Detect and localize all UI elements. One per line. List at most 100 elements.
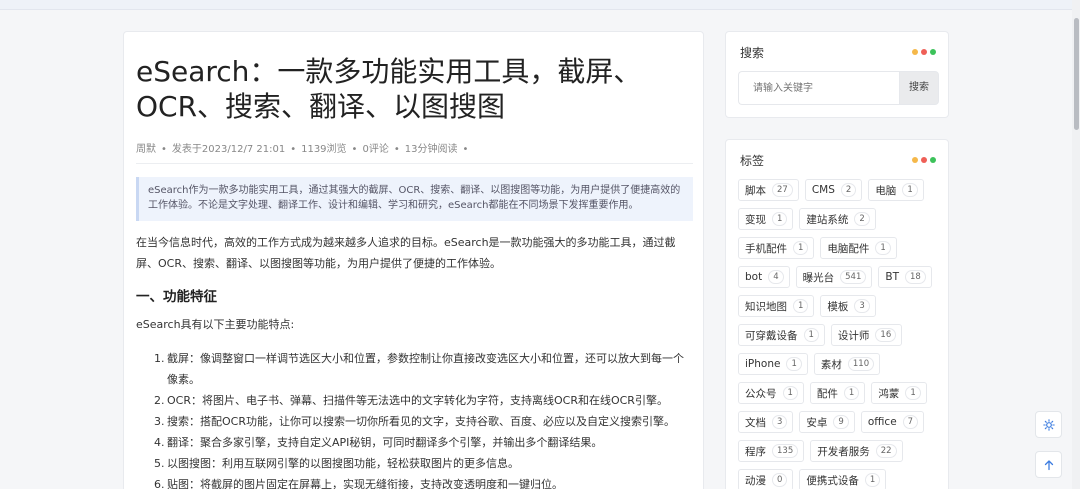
feature-text: 以图搜图：利用互联网引擎的以图搜图功能，轻松获取图片的更多信息。 (167, 457, 519, 470)
tag-name: 建站系统 (806, 213, 849, 226)
tag-name: BT (885, 271, 899, 283)
tag-link[interactable]: 素材 110 (813, 353, 881, 375)
tag-name: CMS (811, 184, 835, 196)
tag-link[interactable]: bot 4 (738, 266, 790, 288)
read-time: 13分钟阅读 (404, 144, 458, 155)
tag-link[interactable]: 开发者服务 22 (810, 440, 903, 462)
tag-name: 便携式设备 (806, 474, 859, 487)
page-scrollbar[interactable] (1072, 0, 1080, 489)
tag-link[interactable]: 电脑配件 1 (820, 237, 897, 259)
tag-link[interactable]: 鸿蒙 1 (871, 382, 927, 404)
tag-count-badge: 1 (905, 386, 921, 400)
tag-link[interactable]: 可穿戴设备 1 (738, 324, 825, 346)
tag-name: iPhone (745, 358, 781, 370)
feature-item: 1. 截屏：像调整窗口一样调节选区大小和位置，参数控制让你直接改变选区大小和位置，… (154, 348, 694, 390)
author-link[interactable]: 周默 (136, 144, 156, 155)
tag-row: 程序 135 开发者服务 22 (738, 440, 948, 462)
tag-link[interactable]: 建站系统 2 (799, 208, 876, 230)
feature-number: 3. (154, 415, 165, 428)
search-input[interactable] (738, 71, 900, 105)
tag-link[interactable]: 脚本 27 (738, 179, 799, 201)
tag-count-badge: 1 (793, 299, 809, 313)
tag-name: office (867, 416, 897, 428)
tag-link[interactable]: 手机配件 1 (738, 237, 815, 259)
yellow-dot-icon (912, 157, 918, 163)
tag-row: iPhone 1 素材 110 (738, 353, 948, 375)
scrollbar-thumb[interactable] (1074, 18, 1079, 130)
publish-date: 发表于2023/12/7 21:01 (171, 144, 286, 155)
tag-count-badge: 1 (864, 473, 881, 487)
tag-name: 鸿蒙 (878, 387, 900, 400)
feature-item: 4. 翻译：聚合多家引擎，支持自定义API秘钥，可同时翻译多个引擎，并输出多个翻译… (154, 432, 694, 453)
tag-count-badge: 27 (772, 183, 793, 197)
feature-item: 5. 以图搜图：利用互联网引擎的以图搜图功能，轻松获取图片的更多信息。 (154, 453, 694, 474)
back-to-top-button[interactable] (1035, 451, 1062, 478)
tag-link[interactable]: BT 18 (878, 266, 932, 288)
feature-text: 贴图：将截屏的图片固定在屏幕上，实现无缝衔接，支持改变透明度和一键归位。 (167, 478, 563, 489)
tag-link[interactable]: iPhone 1 (738, 353, 808, 375)
tag-name: 电脑 (875, 184, 897, 197)
feature-number: 4. (154, 436, 165, 449)
panel-dots (912, 157, 936, 163)
comment-count[interactable]: 0评论 (362, 144, 388, 155)
meta-separator: • (462, 144, 469, 155)
tag-name: 脚本 (745, 184, 766, 197)
tag-count-badge: 135 (772, 444, 799, 458)
tag-link[interactable]: 动漫 0 (738, 469, 794, 489)
tag-link[interactable]: 便携式设备 1 (799, 469, 887, 489)
tag-link[interactable]: 曝光台 541 (795, 266, 873, 288)
tag-count-badge: 1 (875, 241, 891, 255)
meta-separator: • (351, 144, 358, 155)
tag-count-badge: 2 (854, 212, 870, 226)
arrow-up-icon (1044, 459, 1053, 470)
theme-toggle-button[interactable] (1035, 411, 1062, 438)
tag-link[interactable]: 配件 1 (809, 382, 866, 404)
view-count: 1139浏览 (301, 144, 347, 155)
tag-link[interactable]: office 7 (860, 411, 925, 433)
tag-row: 文档 3 安卓 9 office 7 (738, 411, 948, 433)
tag-link[interactable]: 文档 3 (738, 411, 794, 433)
meta-separator: • (290, 144, 297, 155)
feature-number: 2. (154, 394, 165, 407)
tag-count-badge: 18 (905, 270, 926, 284)
tag-count-badge: 7 (902, 415, 919, 429)
meta-separator: • (161, 144, 167, 155)
feature-item: 2. OCR：将图片、电子书、弹幕、扫描件等无法选中的文字转化为字符，支持离线OC… (154, 390, 694, 411)
tag-row: 动漫 0 便携式设备 1 (738, 469, 948, 489)
tag-row: bot 4 曝光台 541 BT 18 (738, 266, 948, 288)
tag-count-badge: 9 (833, 415, 849, 429)
tag-name: 配件 (816, 387, 838, 400)
tag-count-badge: 541 (840, 270, 867, 284)
tag-row: 公众号 1 配件 1 鸿蒙 1 (738, 382, 948, 404)
tag-count-badge: 1 (843, 386, 860, 400)
tag-name: 安卓 (806, 416, 828, 429)
tag-name: 公众号 (745, 387, 777, 400)
tag-count-badge: 3 (854, 299, 870, 313)
tag-link[interactable]: 变现 1 (738, 208, 794, 230)
feature-text: OCR：将图片、电子书、弹幕、扫描件等无法选中的文字转化为字符，支持离线OCR和… (167, 394, 668, 407)
tag-link[interactable]: CMS 2 (804, 179, 863, 201)
sun-icon (1042, 418, 1055, 431)
green-dot-icon (930, 157, 936, 163)
tag-row: 脚本 27 CMS 2 电脑 1 (738, 179, 948, 201)
tag-link[interactable]: 电脑 1 (868, 179, 924, 201)
tag-link[interactable]: 程序 135 (738, 440, 805, 462)
feature-text: 截屏：像调整窗口一样调节选区大小和位置，参数控制让你直接改变选区大小和位置，还可… (167, 352, 684, 386)
meta-separator: • (393, 144, 400, 155)
tag-count-badge: 22 (875, 444, 897, 458)
tag-link[interactable]: 设计师 16 (830, 324, 903, 346)
search-button[interactable]: 搜索 (899, 71, 939, 105)
feature-text: 搜索：搭配OCR功能，让你可以搜索一切你所看见的文字，支持谷歌、百度、必应以及自… (167, 415, 675, 428)
tag-link[interactable]: 知识地图 1 (738, 295, 815, 317)
article-title: eSearch：一款多功能实用工具，截屏、OCR、搜索、翻译、以图搜图 (136, 55, 642, 123)
tag-link[interactable]: 公众号 1 (738, 382, 804, 404)
tag-link[interactable]: 安卓 9 (799, 411, 855, 433)
tag-name: bot (745, 271, 763, 283)
tag-count-badge: 0 (772, 473, 788, 487)
tag-count-badge: 110 (847, 357, 875, 371)
tag-link[interactable]: 模板 3 (820, 295, 876, 317)
tag-name: 动漫 (745, 474, 766, 487)
article-meta: 周默 • 发表于2023/12/7 21:01 • 1139浏览 • 0评论 • 13分钟阅读 • (136, 140, 473, 155)
tag-row: 可穿戴设备 1 设计师 16 (738, 324, 948, 346)
top-nav-bar (0, 0, 1080, 10)
